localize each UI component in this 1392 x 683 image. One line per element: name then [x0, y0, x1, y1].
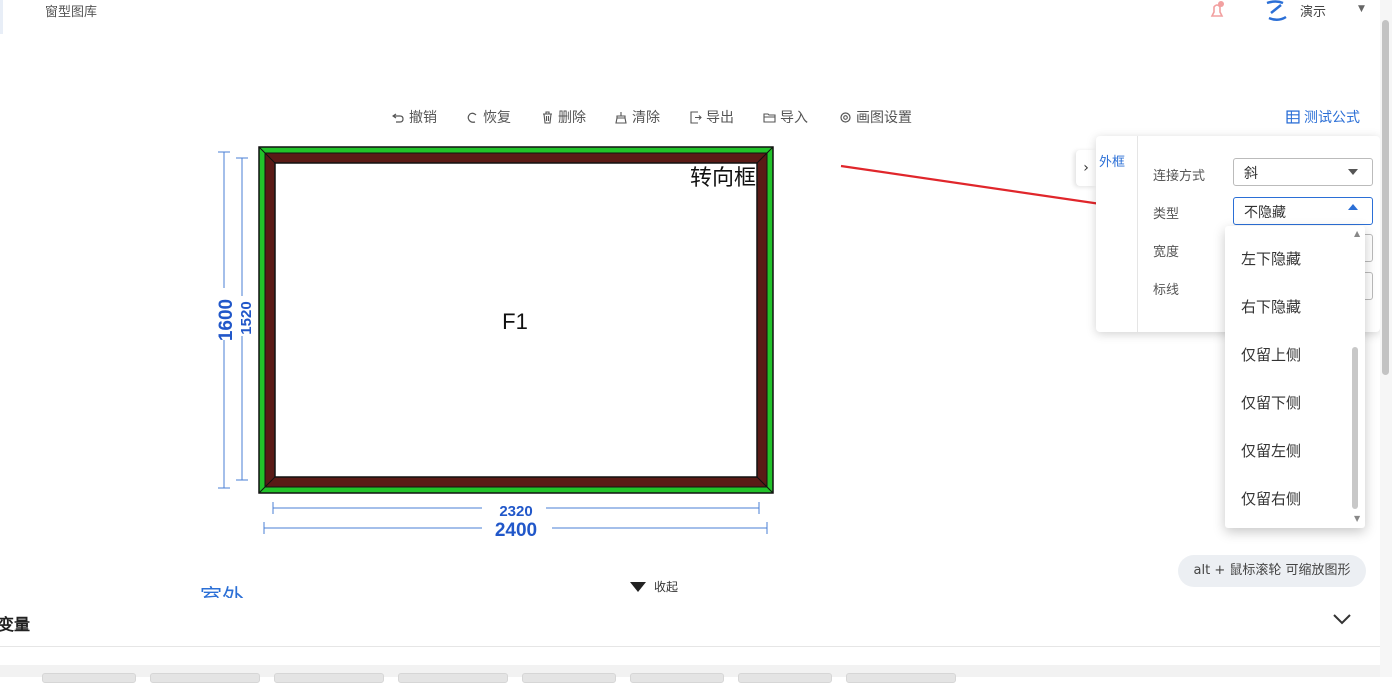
clear-label: 清除 — [632, 110, 660, 126]
page-title: 窗型图库 — [45, 5, 98, 20]
export-icon — [690, 110, 702, 124]
undo-label: 撤销 — [409, 110, 437, 126]
page-scrollbar[interactable] — [1382, 20, 1389, 375]
gear-icon — [840, 111, 851, 123]
inner-width-label: 2320 — [499, 503, 532, 520]
redo-icon — [467, 112, 477, 123]
clear-button[interactable]: 清除 — [615, 107, 660, 127]
inner-height-label: 1520 — [238, 301, 255, 334]
delete-button[interactable]: 删除 — [541, 107, 586, 127]
option-top-only[interactable]: 仅留上侧 — [1241, 344, 1301, 365]
corner-frame-label: 转向框 — [690, 166, 756, 191]
collapse-label: 收起 — [654, 580, 679, 594]
import-label: 导入 — [780, 110, 808, 126]
connection-label: 连接方式 — [1153, 169, 1206, 184]
bottom-chip[interactable] — [522, 673, 616, 683]
logo-icon — [1266, 0, 1287, 21]
import-button[interactable]: 导入 — [763, 107, 808, 127]
chevron-down-icon[interactable] — [1332, 612, 1352, 626]
width-label: 宽度 — [1153, 245, 1180, 260]
variables-section — [0, 600, 1380, 647]
outer-width-label: 2400 — [495, 520, 537, 541]
delete-label: 删除 — [558, 110, 586, 126]
outer-height-label: 1600 — [216, 299, 237, 341]
bottom-chip[interactable] — [274, 673, 384, 683]
export-button[interactable]: 导出 — [689, 107, 734, 127]
undo-icon — [392, 113, 404, 123]
draw-settings-label: 画图设置 — [856, 110, 912, 126]
test-formula-button[interactable]: 测试公式 — [1286, 107, 1360, 127]
dropdown-scrollbar[interactable] — [1352, 347, 1358, 509]
table-icon — [1286, 110, 1300, 124]
connection-select[interactable]: 斜 — [1233, 158, 1373, 186]
outdoor-label: 室外 — [200, 580, 244, 598]
bottom-chip[interactable] — [846, 673, 956, 683]
panel-toggle-chevron-icon[interactable]: › — [1076, 150, 1096, 186]
type-label: 类型 — [1153, 207, 1180, 222]
scroll-down-icon[interactable]: ▼ — [1354, 514, 1360, 523]
bottom-chip[interactable] — [150, 673, 260, 683]
trash-icon — [543, 110, 552, 124]
scroll-up-icon[interactable]: ▲ — [1354, 229, 1360, 238]
drawing-canvas[interactable]: 1600 1520 F1 转向框 2320 2400 — [200, 140, 820, 600]
type-value: 不隐藏 — [1244, 205, 1286, 221]
pane-label: F1 — [502, 309, 528, 334]
option-right-only[interactable]: 仅留右侧 — [1241, 488, 1301, 509]
chevron-down-icon — [1348, 169, 1358, 175]
collapse-button[interactable]: 收起 — [630, 578, 678, 595]
chevron-up-icon — [1348, 204, 1358, 210]
undo-button[interactable]: 撤销 — [392, 107, 437, 127]
test-formula-label: 测试公式 — [1304, 110, 1360, 126]
user-name[interactable]: 演示 — [1300, 1, 1326, 20]
bottom-chip[interactable] — [630, 673, 724, 683]
option-left-bottom-hidden[interactable]: 左下隐藏 — [1241, 248, 1301, 269]
export-label: 导出 — [706, 110, 734, 126]
mark-line-label: 标线 — [1153, 283, 1180, 298]
draw-settings-button[interactable]: 画图设置 — [839, 107, 912, 127]
tab-outer-frame[interactable]: 外框 — [1099, 151, 1125, 170]
bottom-chip[interactable] — [42, 673, 136, 683]
option-right-bottom-hidden[interactable]: 右下隐藏 — [1241, 296, 1301, 317]
variables-title: 变量 — [0, 615, 31, 634]
bell-icon[interactable] — [1207, 0, 1227, 18]
redo-button[interactable]: 恢复 — [466, 107, 511, 127]
bottom-chip[interactable] — [398, 673, 508, 683]
connection-value: 斜 — [1244, 166, 1258, 182]
redo-label: 恢复 — [483, 110, 511, 126]
option-left-only[interactable]: 仅留左侧 — [1241, 440, 1301, 461]
option-bottom-only[interactable]: 仅留下侧 — [1241, 392, 1301, 413]
folder-icon — [763, 112, 776, 123]
panel-divider — [1137, 136, 1138, 332]
type-select[interactable]: 不隐藏 — [1233, 197, 1373, 225]
broom-icon — [615, 111, 627, 124]
bottom-chip[interactable] — [738, 673, 832, 683]
type-dropdown: 左下隐藏 右下隐藏 仅留上侧 仅留下侧 仅留左侧 仅留右侧 — [1225, 226, 1365, 528]
user-menu-caret-icon[interactable]: ▼ — [1358, 4, 1365, 14]
left-edge — [0, 0, 3, 34]
triangle-down-icon — [630, 581, 646, 592]
zoom-hint: alt + 鼠标滚轮 可缩放图形 — [1178, 555, 1366, 587]
